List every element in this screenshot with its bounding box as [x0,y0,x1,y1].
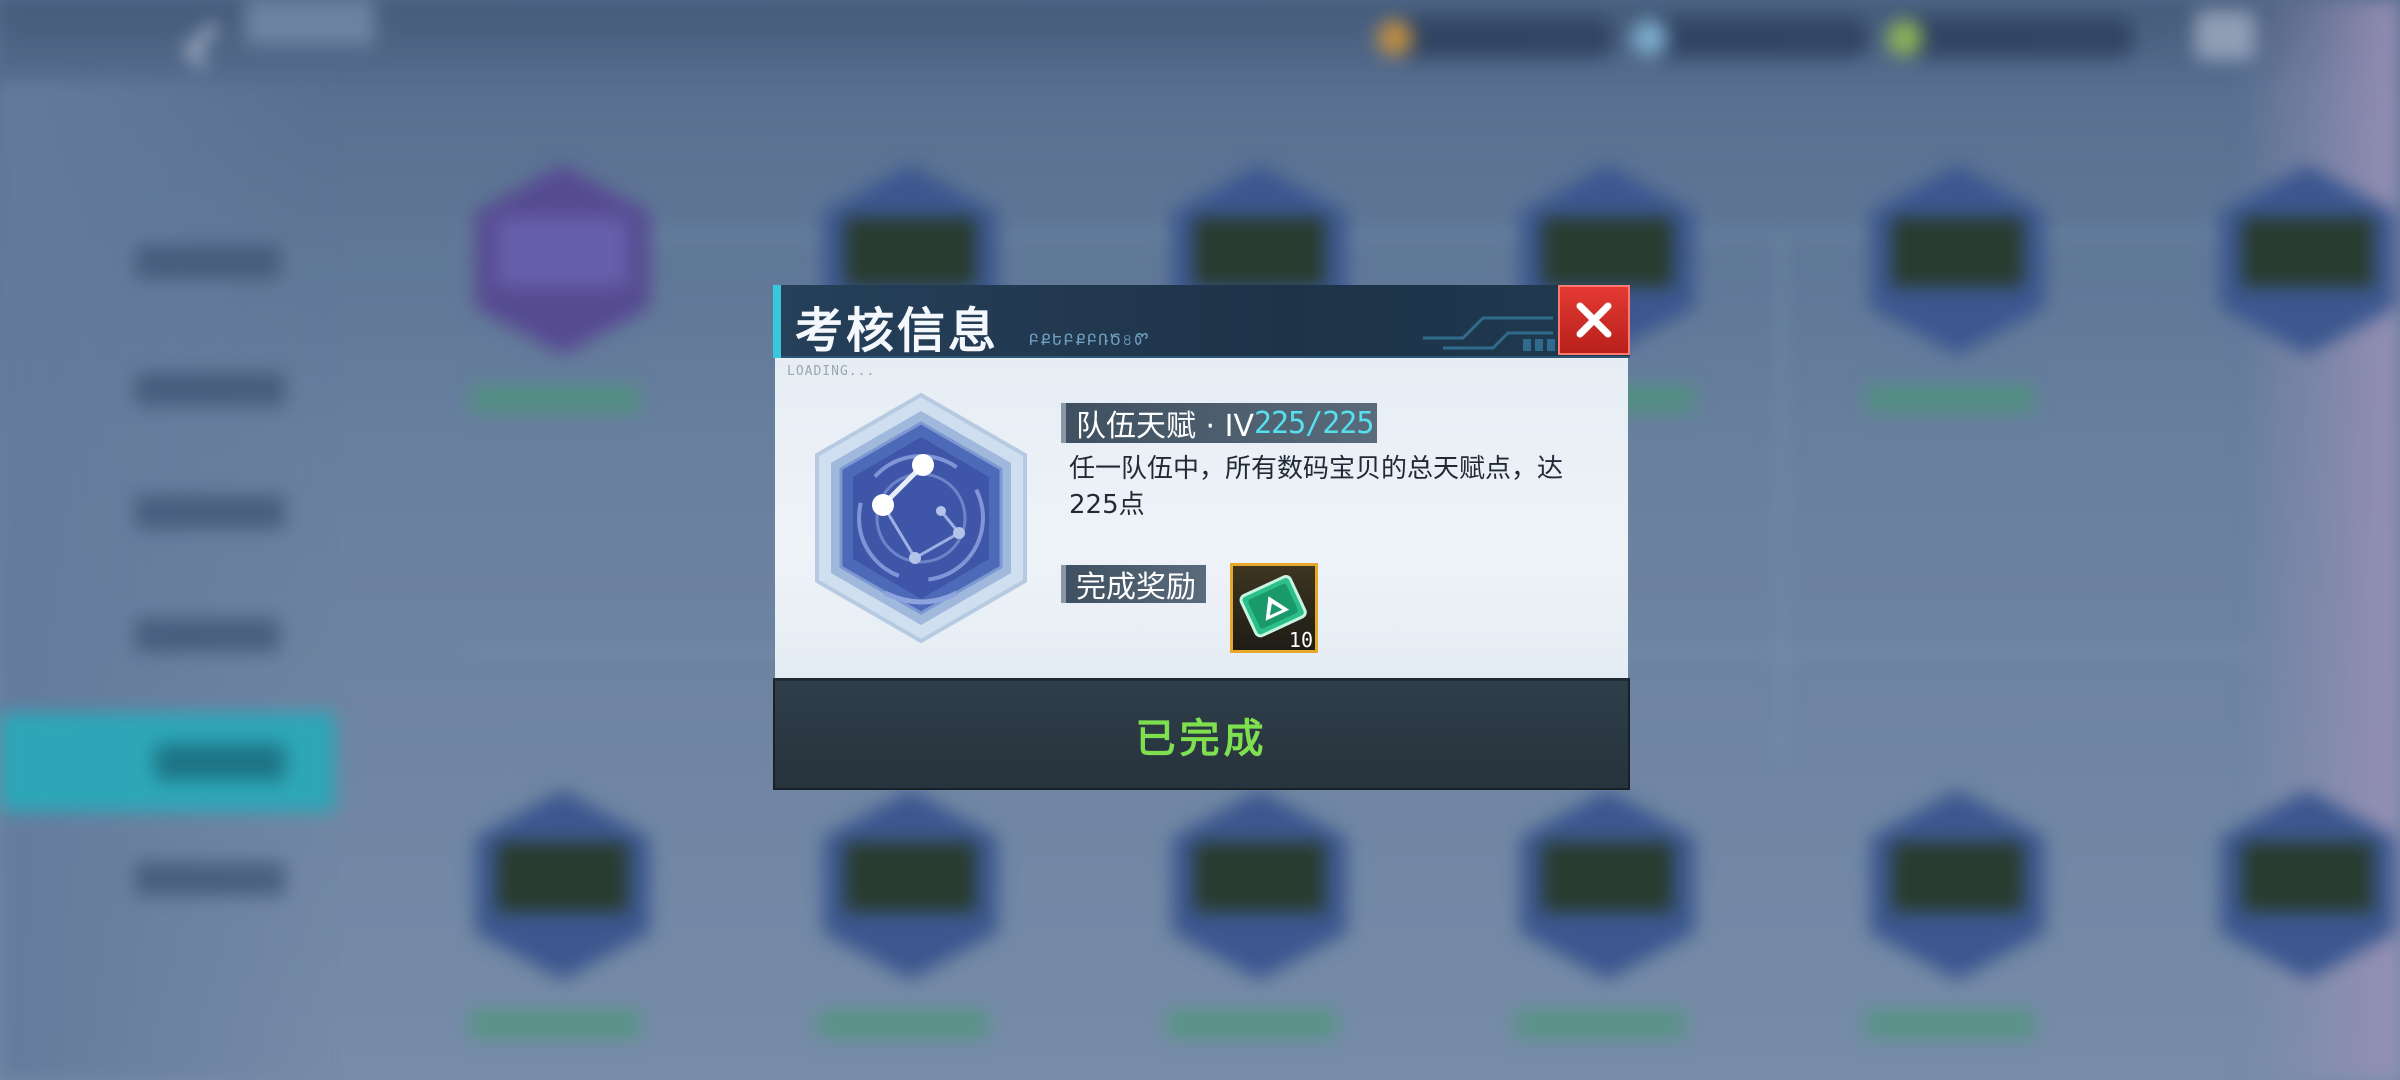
close-button[interactable] [1558,285,1630,355]
reward-item[interactable]: 10 [1230,563,1318,653]
task-progress: 225/225 [1253,405,1374,441]
task-title-tag: 队伍天赋 · IV 225/225 [1061,403,1378,444]
title-decoration: ԲՔԵԲՔԲՌԾ৪Ꮫ [1029,330,1151,349]
reward-count: 10 [1288,628,1313,652]
task-description: 任一队伍中，所有数码宝贝的总天赋点，达225点 [1069,454,1564,520]
constellation-badge-icon [815,393,1027,643]
completed-button[interactable]: 已完成 [773,678,1630,790]
close-icon [1576,302,1612,338]
dialog-header: 考核信息 ԲՔԵԲՔԲՌԾ৪Ꮫ [773,285,1630,359]
reward-label: 完成奖励 [1061,565,1206,605]
dialog-title: 考核信息 [795,303,1000,359]
dialog-body: LOADING... 队伍天赋 · IV 225/225 任一队伍中，所有数码宝… [775,358,1628,678]
loading-text: LOADING... [787,364,876,379]
status-label: 已完成 [1135,715,1268,762]
task-name: 队伍天赋 · IV [1076,409,1254,444]
assessment-info-dialog: 考核信息 ԲՔԵԲՔԲՌԾ৪Ꮫ LOADING... 队伍天赋 · IV 225… [773,285,1630,790]
